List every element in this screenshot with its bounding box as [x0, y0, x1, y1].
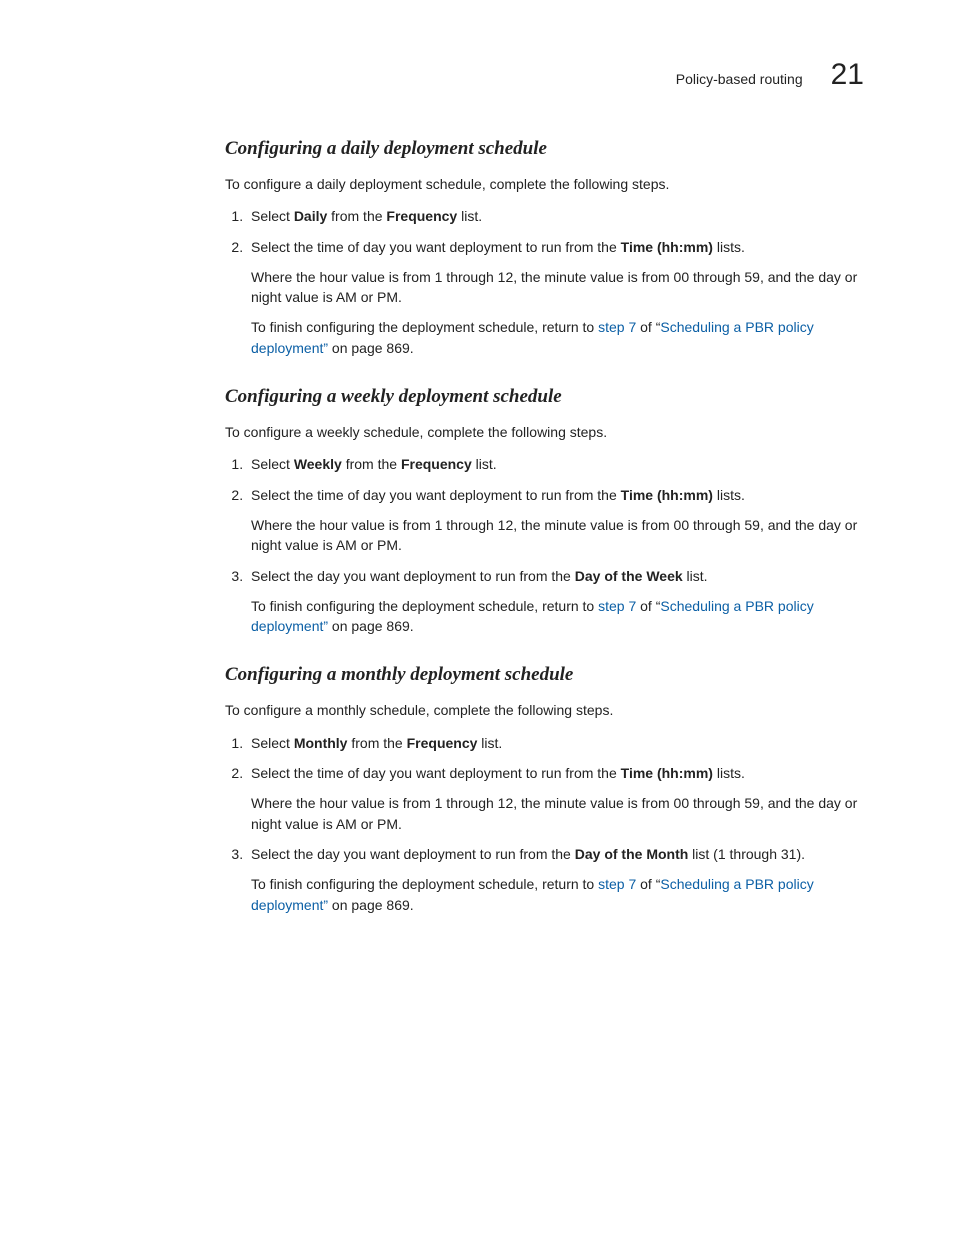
step-item: Select Weekly from the Frequency list. — [247, 454, 864, 474]
step-link[interactable]: step 7 — [598, 598, 636, 614]
section-title: Policy-based routing — [676, 71, 803, 87]
text: on page 869. — [328, 340, 414, 356]
step-item: Select the time of day you want deployme… — [247, 763, 864, 834]
bold: Monthly — [294, 735, 348, 751]
text: on page 869. — [328, 618, 414, 634]
text: list. — [683, 568, 708, 584]
bold: Time (hh:mm) — [621, 487, 713, 503]
step-link[interactable]: step 7 — [598, 876, 636, 892]
bold: Day of the Month — [575, 846, 689, 862]
step-item: Select the time of day you want deployme… — [247, 237, 864, 358]
sub-text: Where the hour value is from 1 through 1… — [251, 793, 864, 834]
text: list. — [457, 208, 482, 224]
text: from the — [327, 208, 386, 224]
bold: Frequency — [407, 735, 478, 751]
chapter-number: 21 — [831, 58, 864, 92]
text: To finish configuring the deployment sch… — [251, 598, 598, 614]
text: Select — [251, 735, 294, 751]
text: Select the time of day you want deployme… — [251, 765, 621, 781]
text: of — [636, 876, 655, 892]
bold: Time (hh:mm) — [621, 765, 713, 781]
section-monthly: Configuring a monthly deployment schedul… — [225, 664, 864, 914]
text: Select the day you want deployment to ru… — [251, 568, 575, 584]
text: of — [636, 319, 655, 335]
step-item: Select the day you want deployment to ru… — [247, 844, 864, 915]
intro-text: To configure a weekly schedule, complete… — [225, 422, 864, 442]
sub-text: Where the hour value is from 1 through 1… — [251, 515, 864, 556]
bold: Daily — [294, 208, 327, 224]
text: Select — [251, 208, 294, 224]
text: Select the time of day you want deployme… — [251, 487, 621, 503]
step-item: Select Daily from the Frequency list. — [247, 206, 864, 226]
page: Policy-based routing 21 Configuring a da… — [0, 0, 954, 1235]
text: from the — [342, 456, 401, 472]
text: of — [636, 598, 655, 614]
heading-monthly: Configuring a monthly deployment schedul… — [225, 664, 864, 686]
bold: Weekly — [294, 456, 342, 472]
intro-text: To configure a daily deployment schedule… — [225, 174, 864, 194]
text: on page 869. — [328, 897, 414, 913]
heading-weekly: Configuring a weekly deployment schedule — [225, 386, 864, 408]
step-item: Select the day you want deployment to ru… — [247, 566, 864, 637]
text: lists. — [713, 487, 745, 503]
step-item: Select the time of day you want deployme… — [247, 485, 864, 556]
page-header: Policy-based routing 21 — [225, 58, 864, 92]
intro-text: To configure a monthly schedule, complet… — [225, 700, 864, 720]
text: To finish configuring the deployment sch… — [251, 319, 598, 335]
steps-list: Select Monthly from the Frequency list. … — [225, 733, 864, 915]
step-link[interactable]: step 7 — [598, 319, 636, 335]
sub-text: To finish configuring the deployment sch… — [251, 874, 864, 915]
text: list. — [477, 735, 502, 751]
bold: Time (hh:mm) — [621, 239, 713, 255]
bold: Frequency — [401, 456, 472, 472]
bold: Day of the Week — [575, 568, 683, 584]
text: list (1 through 31). — [688, 846, 805, 862]
steps-list: Select Daily from the Frequency list. Se… — [225, 206, 864, 358]
text: lists. — [713, 239, 745, 255]
sub-text: To finish configuring the deployment sch… — [251, 317, 864, 358]
text: list. — [472, 456, 497, 472]
text: Select — [251, 456, 294, 472]
text: lists. — [713, 765, 745, 781]
sub-text: To finish configuring the deployment sch… — [251, 596, 864, 637]
steps-list: Select Weekly from the Frequency list. S… — [225, 454, 864, 636]
section-weekly: Configuring a weekly deployment schedule… — [225, 386, 864, 636]
text: from the — [347, 735, 406, 751]
bold: Frequency — [386, 208, 457, 224]
section-daily: Configuring a daily deployment schedule … — [225, 138, 864, 358]
sub-text: Where the hour value is from 1 through 1… — [251, 267, 864, 308]
text: Select the day you want deployment to ru… — [251, 846, 575, 862]
text: To finish configuring the deployment sch… — [251, 876, 598, 892]
heading-daily: Configuring a daily deployment schedule — [225, 138, 864, 160]
step-item: Select Monthly from the Frequency list. — [247, 733, 864, 753]
text: Select the time of day you want deployme… — [251, 239, 621, 255]
